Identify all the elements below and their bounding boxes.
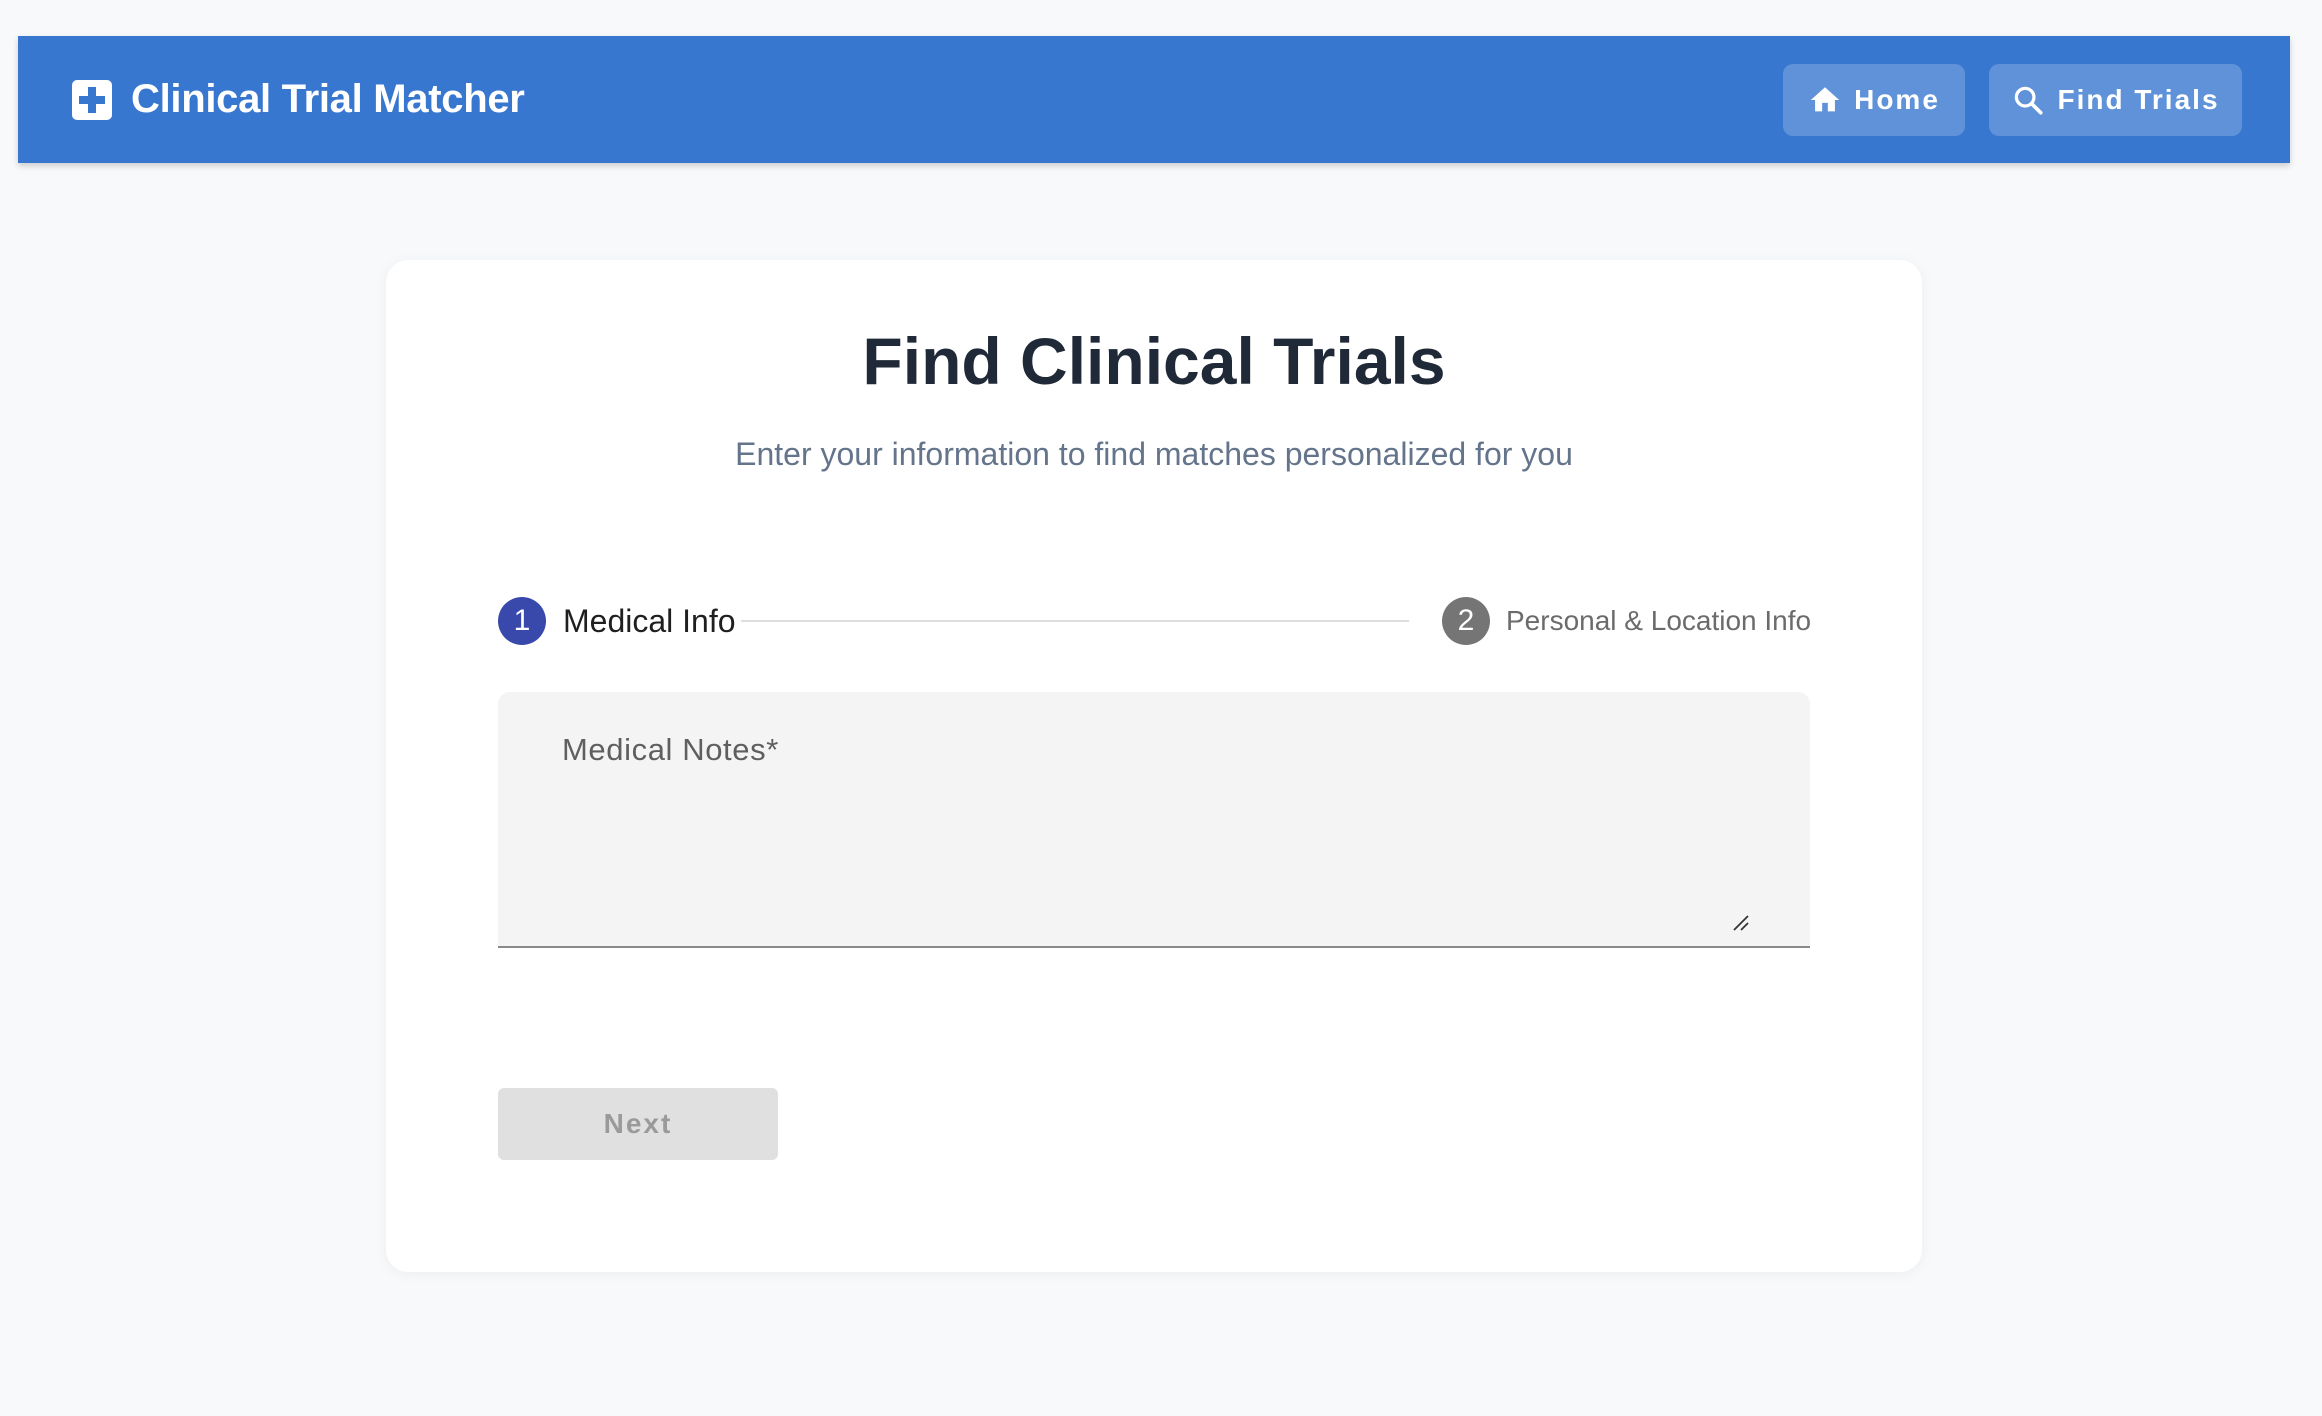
medical-notes-label: Medical Notes* — [562, 732, 779, 767]
step-1-label: Medical Info — [563, 603, 736, 639]
step-1-number: 1 — [498, 597, 546, 645]
step-connector — [741, 620, 1409, 622]
brand[interactable]: Clinical Trial Matcher — [72, 36, 525, 163]
app-title: Clinical Trial Matcher — [131, 77, 525, 121]
nav-find-trials-label: Find Trials — [2057, 84, 2220, 115]
resize-handle-icon[interactable] — [1730, 912, 1750, 932]
stepper: 1 Medical Info 2 Personal & Location Inf… — [498, 597, 1812, 645]
next-button[interactable]: Next — [498, 1088, 778, 1160]
app-bar: Clinical Trial Matcher Home Find Trials — [18, 36, 2290, 163]
medical-cross-icon — [72, 79, 112, 120]
page-subtitle: Enter your information to find matches p… — [735, 436, 1573, 472]
search-icon — [2015, 86, 2044, 115]
page-title: Find Clinical Trials — [862, 324, 1446, 398]
nav-find-trials-button[interactable]: Find Trials — [1989, 64, 2242, 136]
step-2-label: Personal & Location Info — [1506, 605, 1812, 636]
home-icon — [1810, 87, 1840, 112]
search-card: Find Clinical Trials Enter your informat… — [386, 260, 1922, 1272]
medical-notes-field[interactable]: Medical Notes* — [498, 692, 1810, 948]
nav-home-button[interactable]: Home — [1783, 64, 1965, 136]
nav-home-label: Home — [1854, 84, 1940, 115]
step-2-number: 2 — [1442, 597, 1490, 645]
